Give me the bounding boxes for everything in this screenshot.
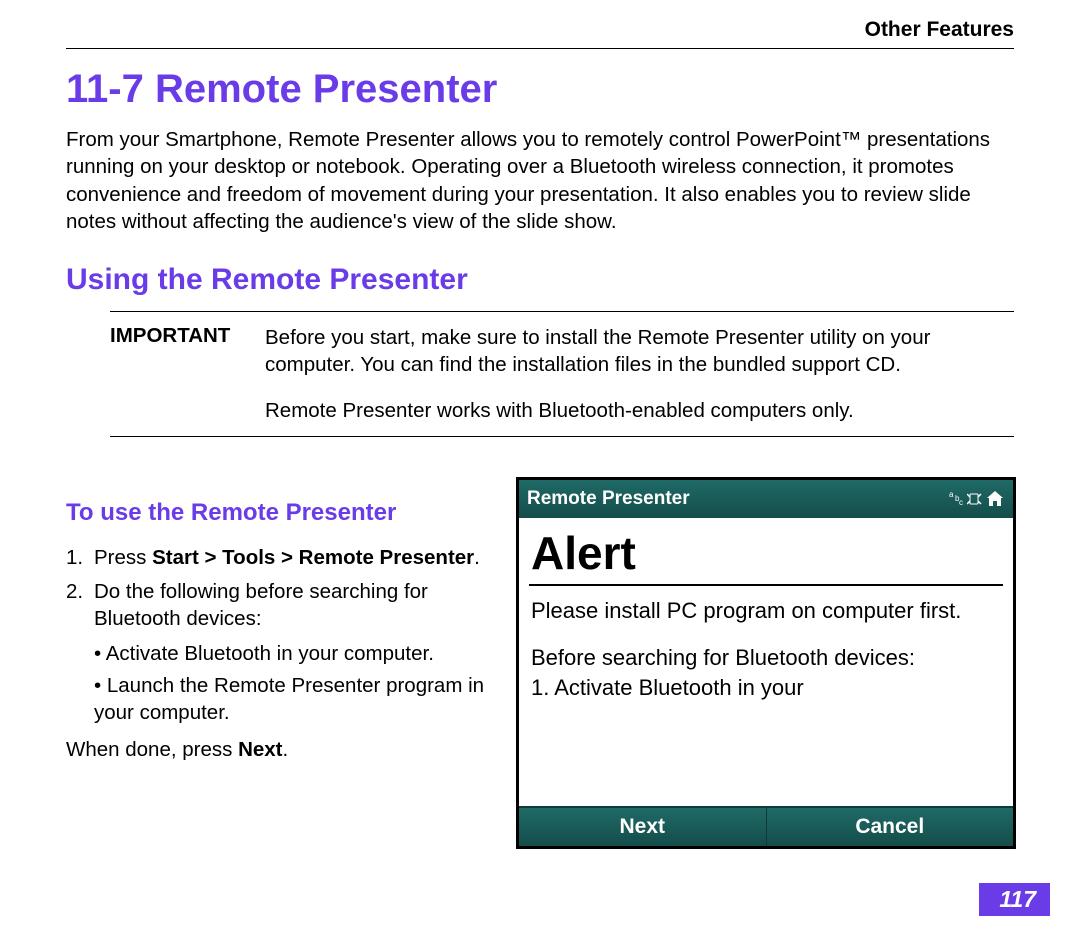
phone-screenshot: Remote Presenter a b c	[516, 477, 1016, 849]
step-1-prefix: Press	[94, 546, 152, 569]
alert-heading: Alert	[519, 518, 1013, 580]
alert-separator	[529, 584, 1003, 586]
step-2-bullet-2: • Launch the Remote Presenter program in…	[94, 673, 486, 726]
procedure-heading: To use the Remote Presenter	[66, 499, 486, 527]
section-number: 11-7	[66, 67, 144, 111]
next-button[interactable]: Next	[519, 808, 767, 846]
when-done-prefix: When done, press	[66, 738, 238, 761]
screenshot-column: Remote Presenter a b c	[516, 467, 1016, 849]
softkey-bar: Next Cancel	[519, 806, 1013, 846]
step-1-path: Start > Tools > Remote Presenter	[152, 546, 474, 569]
when-done-line: When done, press Next.	[66, 737, 486, 764]
page-number: 117	[979, 883, 1050, 916]
step-number: 1.	[66, 545, 94, 572]
important-text: Before you start, make sure to install t…	[265, 324, 1014, 379]
subsection-heading: Using the Remote Presenter	[66, 263, 1014, 297]
cancel-button[interactable]: Cancel	[767, 808, 1014, 846]
alert-body-p2a: Before searching for Bluetooth devices:	[531, 643, 1001, 673]
step-number: 2.	[66, 579, 94, 632]
section-title: Remote Presenter	[155, 67, 497, 111]
phone-titlebar-title: Remote Presenter	[527, 488, 690, 510]
step-2-text: Do the following before searching for Bl…	[94, 579, 486, 632]
step-2: 2. Do the following before searching for…	[66, 579, 486, 632]
step-1-suffix: .	[474, 546, 480, 569]
when-done-suffix: .	[283, 738, 289, 761]
section-intro-text: From your Smartphone, Remote Presenter a…	[66, 126, 1014, 235]
alert-body-p2b: 1. Activate Bluetooth in your	[531, 673, 1001, 703]
phone-titlebar: Remote Presenter a b c	[519, 480, 1013, 518]
signal-icon	[967, 491, 983, 507]
section-heading: 11-7 Remote Presenter	[66, 67, 1014, 112]
alert-body-p1: Please install PC program on computer fi…	[531, 596, 1001, 626]
page-header-breadcrumb: Other Features	[66, 18, 1014, 49]
home-icon	[985, 490, 1005, 508]
step-1: 1. Press Start > Tools > Remote Presente…	[66, 545, 486, 572]
step-2-bullet-1: • Activate Bluetooth in your computer.	[94, 641, 486, 668]
important-note-block: IMPORTANT Before you start, make sure to…	[110, 311, 1014, 437]
alert-body: Please install PC program on computer fi…	[519, 596, 1013, 806]
important-label: IMPORTANT	[110, 324, 265, 379]
when-done-bold: Next	[238, 738, 282, 761]
input-mode-icon: a b c	[949, 490, 965, 508]
procedure-column: To use the Remote Presenter 1. Press Sta…	[66, 467, 486, 849]
important-note-2: Remote Presenter works with Bluetooth-en…	[265, 397, 1014, 424]
